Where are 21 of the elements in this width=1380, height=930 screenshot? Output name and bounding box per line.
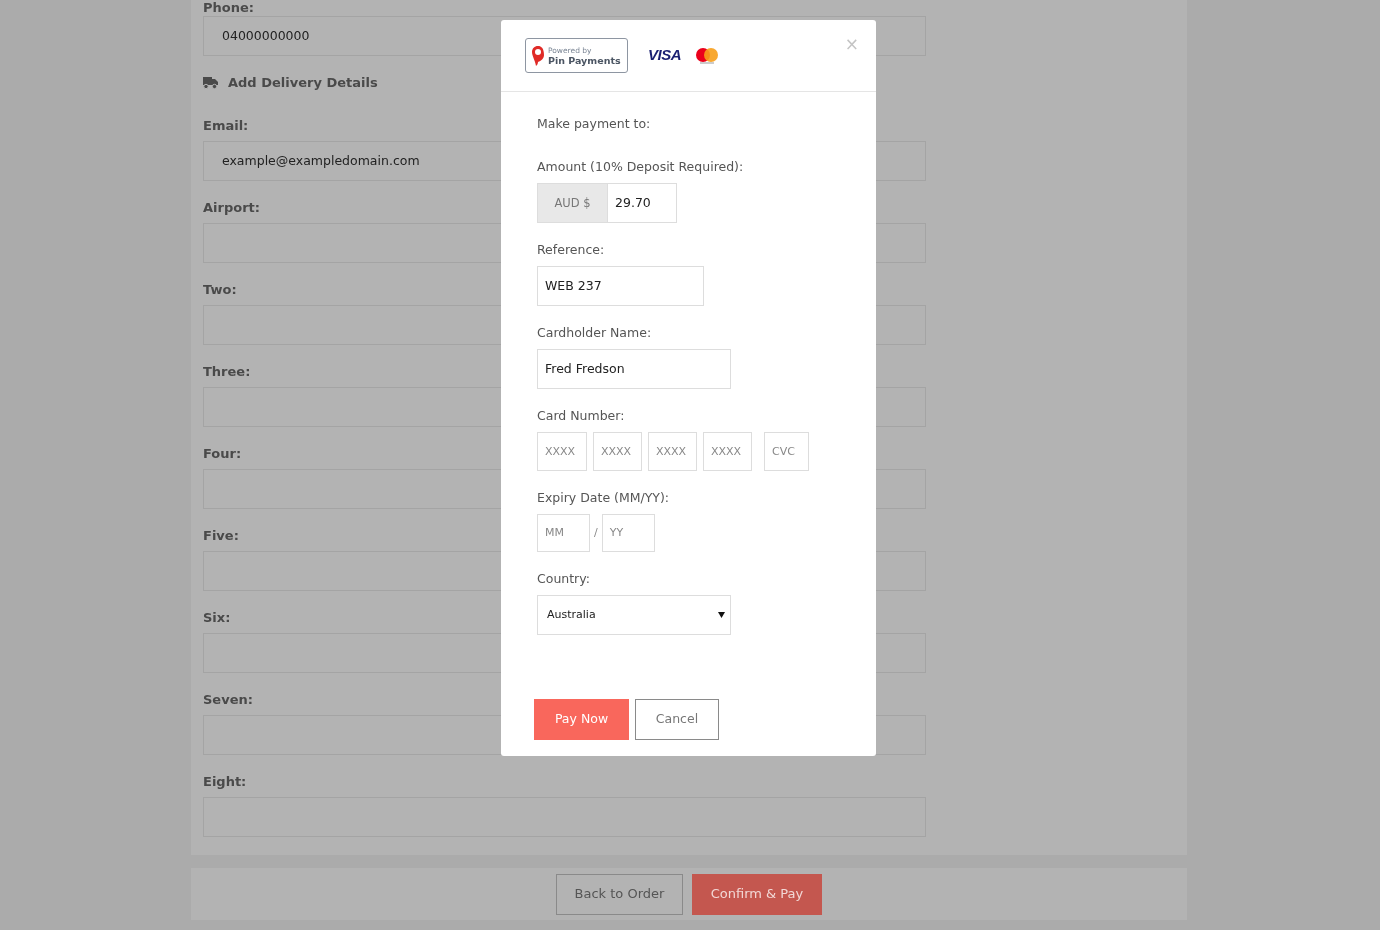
separator: / [594,525,598,541]
field-label: Cardholder Name: [537,325,652,341]
field-label: Reference: [537,242,605,258]
field-label: Card Number: [537,408,625,424]
field-label: Six: [203,610,231,626]
field-label: Three: [203,364,251,380]
field-label: Amount (10% Deposit Required): [537,159,744,175]
field-label: Seven: [203,692,253,708]
card-brand: VISA [648,45,681,66]
field-label: Airport: [203,200,260,216]
field-label: Expiry Date (MM/YY): [537,490,670,506]
field-label: Country: [537,571,590,587]
logo-text: Pin Payments [548,54,621,66]
field-label: Make payment to: [537,116,651,132]
field-label: Email: [203,118,249,134]
field-label: Phone: [203,0,254,16]
currency-addon: AUD $ [537,183,608,223]
field-label: Five: [203,528,239,544]
field-label: Eight: [203,774,247,790]
field-label: Two: [203,282,237,298]
field-label: Four: [203,446,242,462]
